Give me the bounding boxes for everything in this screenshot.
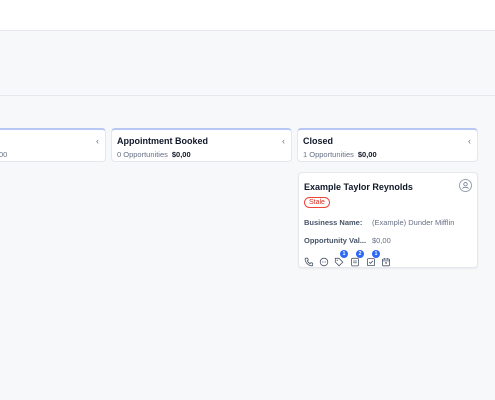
field-value: (Example) Dunder Mifflin	[372, 218, 455, 227]
opportunity-count: 1 Opportunities	[303, 150, 354, 159]
contact-name[interactable]: Example Taylor Reynolds	[304, 182, 413, 192]
phone-icon[interactable]	[304, 254, 314, 267]
tag-count-badge: 1	[340, 250, 348, 258]
column-amount: 00	[0, 150, 8, 159]
collapse-chevron-icon[interactable]: ‹	[468, 136, 471, 146]
pipeline-column-closed[interactable]: Closed 1 Opportunities $0,00 ‹	[297, 128, 478, 162]
notes-count-badge: 2	[356, 250, 364, 258]
column-amount: $0,00	[171, 150, 191, 159]
pipeline-column-appointment-booked[interactable]: Appointment Booked 0 Opportunities $0,00 …	[111, 128, 292, 162]
column-title: Closed	[303, 136, 334, 146]
column-meta: 1 Opportunities $0,00	[303, 150, 377, 159]
field-value: $0,00	[372, 236, 391, 245]
opportunity-count: 0 Opportunities	[117, 150, 168, 159]
pipeline-column-header[interactable]: 00 ‹	[0, 128, 106, 162]
notes-icon[interactable]: 2	[350, 250, 364, 267]
top-bar	[0, 0, 495, 31]
status-tag: Stale	[304, 197, 330, 208]
collapse-chevron-icon[interactable]: ‹	[96, 136, 99, 146]
tasks-icon[interactable]: 1	[366, 250, 380, 267]
calendar-icon[interactable]	[381, 254, 391, 267]
assign-user-icon[interactable]	[459, 179, 472, 192]
column-title: Appointment Booked	[117, 136, 208, 146]
opportunity-card[interactable]: Example Taylor Reynolds Stale Business N…	[298, 172, 478, 268]
tasks-count-badge: 1	[372, 250, 380, 258]
tag-icon[interactable]: 1	[334, 250, 348, 267]
field-label: Opportunity Val...	[304, 236, 367, 245]
collapse-chevron-icon[interactable]: ‹	[282, 136, 285, 146]
field-label: Business Name:	[304, 218, 363, 227]
column-amount: $0,00	[357, 150, 377, 159]
column-meta: 0 Opportunities $0,00	[117, 150, 191, 159]
chat-icon[interactable]	[319, 254, 329, 267]
pipeline-toolbar	[0, 31, 495, 96]
